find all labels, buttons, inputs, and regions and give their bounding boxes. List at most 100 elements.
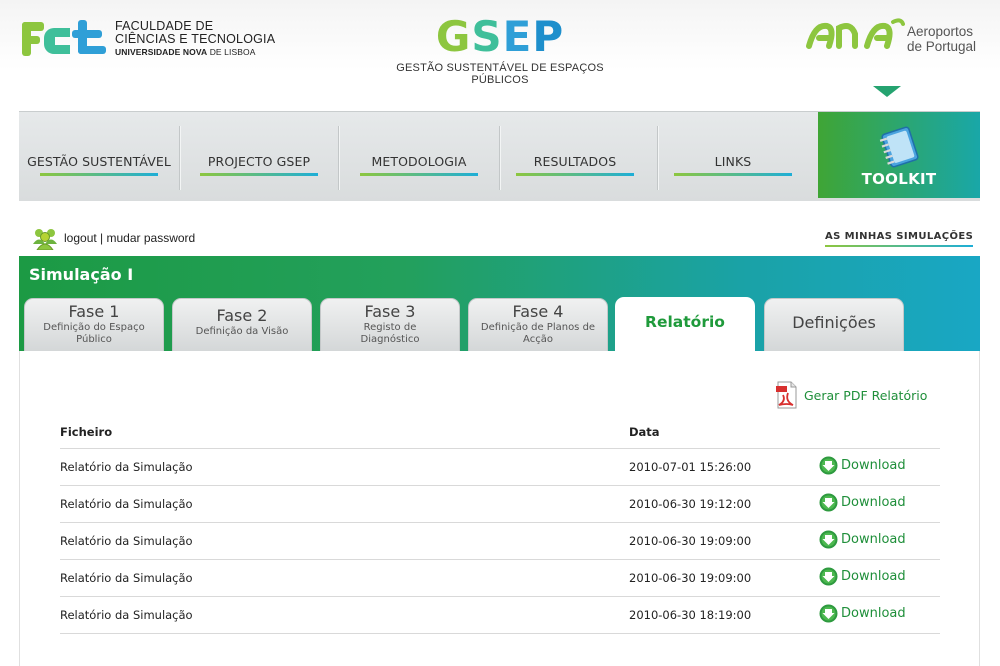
- toolkit-pointer: [873, 86, 901, 97]
- table-header-row: Ficheiro Data: [60, 417, 940, 449]
- row-file: Relatório da Simulação: [60, 596, 629, 634]
- table-row: Relatório da Simulação 2010-06-30 19:09:…: [60, 559, 940, 597]
- gsep-logo[interactable]: GSEP GESTÃO SUSTENTÁVEL DE ESPAÇOS PÚBLI…: [382, 14, 618, 87]
- fct-line3: UNIVERSIDADE NOVA DE LISBOA: [115, 46, 275, 59]
- nav-underline: [516, 173, 634, 176]
- simulation-title: Simulação I: [29, 265, 134, 284]
- gsep-subtitle: GESTÃO SUSTENTÁVEL DE ESPAÇOS PÚBLICOS: [396, 62, 604, 86]
- download-arrow-icon: [819, 493, 838, 511]
- download-label: Download: [841, 494, 906, 510]
- nav-item-links[interactable]: LINKS: [658, 112, 808, 202]
- row-date: 2010-07-01 15:26:00: [629, 448, 819, 486]
- column-header-action: [819, 417, 940, 449]
- report-panel: Gerar PDF Relatório Ficheiro Data Relató…: [19, 351, 980, 666]
- tab-subtitle: Registo de Diagnóstico: [360, 322, 420, 345]
- nav-label: RESULTADOS: [533, 154, 617, 169]
- row-action: Download: [819, 596, 940, 634]
- nav-item-projecto-gsep[interactable]: PROJECTO GSEP: [180, 112, 338, 202]
- tab-fase-2[interactable]: Fase 2 Definição da Visão: [172, 298, 312, 351]
- download-arrow-icon: [819, 456, 838, 474]
- download-link[interactable]: Download: [819, 604, 906, 623]
- ana-line1: Aeroportos: [907, 24, 974, 39]
- nav-item-gestao-sustentavel[interactable]: GESTÃO SUSTENTÁVEL: [19, 112, 179, 202]
- download-label: Download: [841, 568, 906, 584]
- download-link[interactable]: Download: [819, 530, 906, 549]
- download-label: Download: [841, 605, 906, 621]
- site-header: FACULDADE DE CIÊNCIAS E TECNOLOGIA UNIVE…: [0, 0, 1000, 100]
- nav-underline: [360, 173, 478, 176]
- nav-label: PROJECTO GSEP: [207, 154, 311, 169]
- download-link[interactable]: Download: [819, 493, 906, 512]
- main-nav: GESTÃO SUSTENTÁVEL PROJECTO GSEP METODOL…: [19, 111, 980, 201]
- column-header-date: Data: [629, 417, 819, 449]
- row-action: Download: [819, 559, 940, 597]
- row-file: Relatório da Simulação: [60, 485, 629, 523]
- gsep-letter-g: G: [435, 12, 472, 61]
- nav-item-metodologia[interactable]: METODOLOGIA: [339, 112, 499, 202]
- notebook-icon: [879, 126, 919, 168]
- row-file: Relatório da Simulação: [60, 522, 629, 560]
- tab-fase-1[interactable]: Fase 1 Definição do Espaço Público: [24, 298, 164, 351]
- row-file: Relatório da Simulação: [60, 559, 629, 597]
- nav-underline: [674, 173, 792, 176]
- my-simulations-underline: [825, 245, 974, 247]
- generate-pdf-button[interactable]: Gerar PDF Relatório: [776, 381, 927, 409]
- download-arrow-icon: [819, 604, 838, 622]
- ana-name: Aeroportos de Portugal: [907, 24, 976, 54]
- my-simulations-label: AS MINHAS SIMULAÇÕES: [825, 231, 974, 242]
- tab-definicoes[interactable]: Definições: [764, 298, 904, 351]
- download-link[interactable]: Download: [819, 567, 906, 586]
- table-row: Relatório da Simulação 2010-06-30 19:12:…: [60, 485, 940, 523]
- row-file: Relatório da Simulação: [60, 448, 629, 486]
- tab-relatorio[interactable]: Relatório: [615, 297, 755, 351]
- gsep-letter-e: E: [502, 12, 533, 61]
- download-label: Download: [841, 457, 906, 473]
- nav-label: LINKS: [714, 154, 752, 169]
- tab-subtitle: Definição de Planos de Acção: [480, 322, 596, 345]
- fct-line3-rest: DE LISBOA: [207, 46, 256, 57]
- my-simulations-link[interactable]: AS MINHAS SIMULAÇÕES: [825, 231, 974, 247]
- ana-logo-block[interactable]: Aeroportos de Portugal: [805, 16, 976, 56]
- tab-title: Definições: [792, 313, 876, 332]
- nav-label: GESTÃO SUSTENTÁVEL: [27, 154, 171, 169]
- download-arrow-icon: [819, 530, 838, 548]
- gsep-letter-p: P: [532, 12, 565, 61]
- generate-pdf-label: Gerar PDF Relatório: [804, 387, 928, 403]
- fct-logo-block[interactable]: FACULDADE DE CIÊNCIAS E TECNOLOGIA UNIVE…: [22, 18, 275, 60]
- table-row: Relatório da Simulação 2010-06-30 19:09:…: [60, 522, 940, 560]
- users-icon: [33, 229, 57, 250]
- nav-label: METODOLOGIA: [371, 154, 467, 169]
- toolkit-label: TOOLKIT: [861, 170, 937, 188]
- toolkit-button[interactable]: TOOLKIT: [818, 112, 980, 198]
- pdf-icon: [776, 381, 797, 409]
- row-action: Download: [819, 448, 940, 486]
- tab-subtitle: Definição do Espaço Público: [43, 322, 145, 345]
- download-link[interactable]: Download: [819, 456, 906, 475]
- download-arrow-icon: [819, 567, 838, 585]
- row-date: 2010-06-30 19:09:00: [629, 522, 819, 560]
- simulation-header: Simulação I Fase 1 Definição do Espaço P…: [19, 256, 980, 351]
- tab-fase-3[interactable]: Fase 3 Registo de Diagnóstico: [320, 298, 460, 351]
- tab-subtitle: Definição da Visão: [195, 326, 289, 337]
- fct-logo: [22, 20, 106, 56]
- nav-underline: [200, 173, 318, 176]
- nav-item-resultados[interactable]: RESULTADOS: [500, 112, 650, 202]
- nav-underline: [40, 173, 158, 176]
- row-date: 2010-06-30 19:09:00: [629, 559, 819, 597]
- table-row: Relatório da Simulação 2010-07-01 15:26:…: [60, 448, 940, 486]
- report-table: Ficheiro Data Relatório da Simulação 201…: [60, 417, 940, 634]
- fct-line1: FACULDADE DE: [115, 18, 214, 33]
- change-password-link[interactable]: mudar password: [107, 231, 196, 245]
- tab-title: Fase 3: [364, 302, 416, 321]
- gsep-title: GSEP: [382, 14, 618, 60]
- tab-title: Fase 1: [68, 302, 120, 321]
- logout-link[interactable]: logout: [64, 231, 97, 245]
- row-action: Download: [819, 485, 940, 523]
- fct-name: FACULDADE DE CIÊNCIAS E TECNOLOGIA UNIVE…: [115, 18, 276, 59]
- row-date: 2010-06-30 18:19:00: [629, 596, 819, 634]
- tab-title: Fase 2: [216, 306, 268, 325]
- tab-fase-4[interactable]: Fase 4 Definição de Planos de Acção: [468, 298, 608, 351]
- table-row: Relatório da Simulação 2010-06-30 18:19:…: [60, 596, 940, 634]
- column-header-file: Ficheiro: [60, 417, 629, 449]
- fct-line2: CIÊNCIAS E TECNOLOGIA: [115, 31, 276, 46]
